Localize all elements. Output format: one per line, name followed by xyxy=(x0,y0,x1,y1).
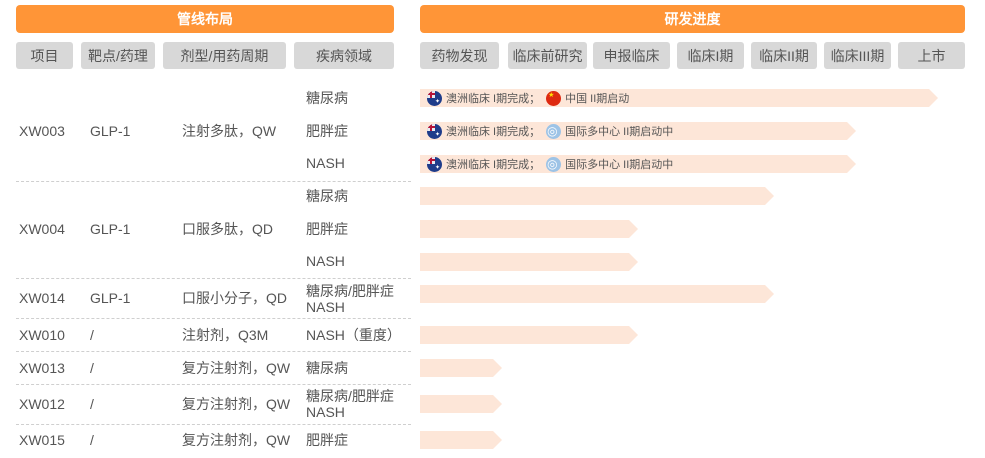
australia-flag-icon xyxy=(427,91,442,106)
row-divider xyxy=(16,351,411,352)
row-divider xyxy=(16,278,411,279)
row-target: / xyxy=(90,396,94,412)
stage-header-phase1: 临床I期 xyxy=(677,42,744,69)
row-disease: NASH xyxy=(306,155,345,171)
row-disease: NASH xyxy=(306,299,345,315)
stage-header-discovery: 药物发现 xyxy=(420,42,499,69)
un-emblem-icon xyxy=(546,124,561,139)
header-disease: 疾病领域 xyxy=(294,42,394,69)
row-dosage: 注射多肽，QW xyxy=(182,123,277,139)
progress-bar xyxy=(420,395,502,413)
progress-bar xyxy=(420,187,774,205)
row-project-id: XW004 xyxy=(19,221,65,237)
row-disease: 糖尿病 xyxy=(306,90,348,106)
row-divider xyxy=(16,318,411,319)
progress-bar: 澳洲临床 I期完成； 中国 II期启动 xyxy=(420,89,938,107)
progress-note: 中国 II期启动 xyxy=(565,93,630,105)
row-dosage: 复方注射剂，QW xyxy=(182,432,291,448)
row-project-id: XW014 xyxy=(19,290,65,306)
progress-note: 国际多中心 II期启动中 xyxy=(565,126,674,138)
progress-bar xyxy=(420,326,638,344)
stage-header-launch: 上市 xyxy=(898,42,965,69)
stage-header-preclinical: 临床前研究 xyxy=(508,42,587,69)
progress-note: 澳洲临床 I期完成； xyxy=(446,93,541,105)
row-target: / xyxy=(90,360,94,376)
header-project: 项目 xyxy=(16,42,73,69)
stage-header-phase3: 临床III期 xyxy=(824,42,891,69)
row-divider xyxy=(16,384,411,385)
row-project-id: XW013 xyxy=(19,360,65,376)
row-divider xyxy=(16,181,411,182)
row-dosage: 复方注射剂，QW xyxy=(182,360,291,376)
row-target: GLP-1 xyxy=(90,123,131,139)
row-target: / xyxy=(90,432,94,448)
row-disease: 糖尿病 xyxy=(306,360,348,376)
row-disease: NASH xyxy=(306,404,345,420)
progress-bar xyxy=(420,253,638,271)
row-dosage: 口服多肽，QD xyxy=(182,221,273,237)
row-disease: 肥胖症 xyxy=(306,123,348,139)
row-divider xyxy=(16,424,411,425)
row-project-id: XW012 xyxy=(19,396,65,412)
un-emblem-icon xyxy=(546,157,561,172)
row-project-id: XW003 xyxy=(19,123,65,139)
row-disease: NASH xyxy=(306,253,345,269)
progress-bar xyxy=(420,359,502,377)
row-disease: 糖尿病/肥胖症 xyxy=(306,388,394,404)
row-project-id: XW010 xyxy=(19,327,65,343)
header-target: 靶点/药理 xyxy=(81,42,155,69)
row-disease: 糖尿病/肥胖症 xyxy=(306,283,394,299)
row-target: / xyxy=(90,327,94,343)
progress-bar xyxy=(420,431,502,449)
row-dosage: 复方注射剂，QW xyxy=(182,396,291,412)
row-disease: 肥胖症 xyxy=(306,221,348,237)
row-dosage: 注射剂，Q3M xyxy=(182,327,269,343)
australia-flag-icon xyxy=(427,157,442,172)
china-flag-icon xyxy=(546,91,561,106)
row-project-id: XW015 xyxy=(19,432,65,448)
progress-bar: 澳洲临床 I期完成； 国际多中心 II期启动中 xyxy=(420,122,856,140)
progress-bar xyxy=(420,220,638,238)
row-disease: 糖尿病 xyxy=(306,188,348,204)
stage-header-ind: 申报临床 xyxy=(593,42,670,69)
pipeline-banner: 管线布局 xyxy=(16,5,394,33)
header-dosage: 剂型/用药周期 xyxy=(163,42,286,69)
stage-header-phase2: 临床II期 xyxy=(751,42,817,69)
progress-note: 国际多中心 II期启动中 xyxy=(565,159,674,171)
row-target: GLP-1 xyxy=(90,221,131,237)
progress-note: 澳洲临床 I期完成； xyxy=(446,126,541,138)
progress-banner: 研发进度 xyxy=(420,5,965,33)
row-dosage: 口服小分子，QD xyxy=(182,290,287,306)
progress-note: 澳洲临床 I期完成； xyxy=(446,159,541,171)
australia-flag-icon xyxy=(427,124,442,139)
progress-bar xyxy=(420,285,774,303)
progress-bar: 澳洲临床 I期完成； 国际多中心 II期启动中 xyxy=(420,155,856,173)
row-target: GLP-1 xyxy=(90,290,131,306)
row-disease: 肥胖症 xyxy=(306,432,348,448)
row-disease: NASH（重度） xyxy=(306,327,401,343)
